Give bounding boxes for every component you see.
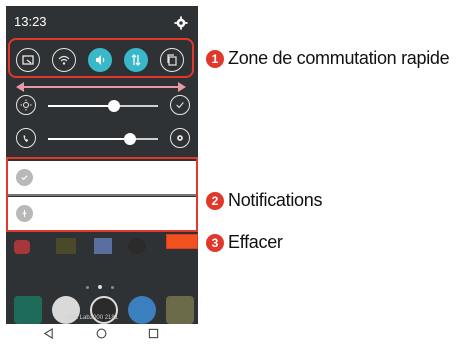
settings-icon[interactable] <box>170 128 190 148</box>
screen-capture-icon[interactable] <box>16 48 40 72</box>
volume-thumb[interactable] <box>124 133 136 145</box>
notification-divider <box>8 194 196 196</box>
app-icon[interactable] <box>14 240 30 254</box>
notifications-area <box>6 157 198 232</box>
brightness-slider[interactable] <box>14 94 192 118</box>
brightness-fill <box>48 105 114 107</box>
recent-apps-icon[interactable] <box>148 328 159 339</box>
callout-number: 2 <box>206 191 224 210</box>
app-icon[interactable] <box>128 238 146 254</box>
check-icon <box>16 169 33 186</box>
carrier-text: LGE Lab2000 2181 <box>66 315 119 321</box>
sound-icon[interactable] <box>88 48 112 72</box>
phone-volume-icon <box>16 128 36 148</box>
brightness-thumb[interactable] <box>108 100 120 112</box>
callout-label: Notifications <box>228 190 323 210</box>
messages-app-icon[interactable] <box>166 296 194 324</box>
callout-clear: 3 Effacer <box>206 232 283 253</box>
panel-expand-handle[interactable] <box>16 82 186 92</box>
notification-item[interactable] <box>8 197 196 230</box>
callout-notifications: 2 Notifications <box>206 190 322 211</box>
navigation-bar <box>6 324 198 343</box>
status-bar: 13:23 <box>6 6 198 40</box>
gear-icon[interactable] <box>174 16 188 30</box>
back-icon[interactable] <box>43 328 54 339</box>
callout-number: 3 <box>206 233 224 252</box>
wifi-icon[interactable] <box>52 48 76 72</box>
browser-app-icon[interactable] <box>128 296 156 324</box>
callout-label: Effacer <box>228 232 283 252</box>
clear-button[interactable] <box>166 234 198 249</box>
quick-settings-panel <box>8 38 194 78</box>
callout-quick-settings: 1 Zone de commutation rapide <box>206 48 450 69</box>
page-indicator <box>86 284 118 290</box>
app-icon[interactable] <box>56 238 76 254</box>
auto-check-icon[interactable] <box>170 95 190 115</box>
brightness-icon <box>16 95 36 115</box>
home-icon[interactable] <box>96 328 107 339</box>
usb-icon <box>16 205 33 222</box>
phone-app-icon[interactable] <box>14 296 42 324</box>
status-time: 13:23 <box>14 14 47 29</box>
callout-label: Zone de commutation rapide <box>228 48 450 68</box>
app-icon[interactable] <box>94 238 112 254</box>
notification-item[interactable] <box>8 161 196 194</box>
volume-fill <box>48 138 130 140</box>
volume-slider[interactable] <box>14 127 192 151</box>
copy-icon[interactable] <box>160 48 184 72</box>
data-icon[interactable] <box>124 48 148 72</box>
callout-number: 1 <box>206 49 224 68</box>
